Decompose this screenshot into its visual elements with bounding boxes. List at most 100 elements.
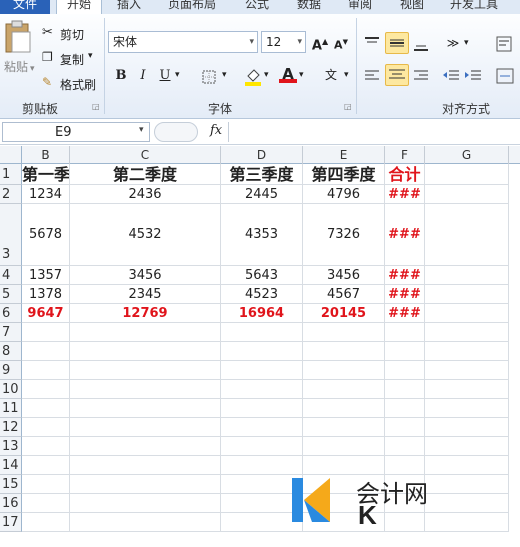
- borders-dropdown-icon[interactable]: ▾: [222, 70, 227, 80]
- cell-b1[interactable]: 第一季度: [22, 164, 70, 185]
- orientation-icon[interactable]: ≫: [444, 34, 462, 52]
- cell-f6[interactable]: ###: [385, 304, 425, 323]
- cell-e6[interactable]: 20145: [303, 304, 385, 323]
- paste-dropdown-icon[interactable]: ▾: [30, 64, 35, 74]
- formula-bar-grip[interactable]: [154, 122, 198, 142]
- decrease-indent-icon[interactable]: [442, 68, 460, 84]
- tab-file[interactable]: 文件: [0, 0, 50, 14]
- cell-b10[interactable]: [22, 380, 70, 399]
- cell-c4[interactable]: 3456: [70, 266, 221, 285]
- column-header-e[interactable]: E: [303, 146, 385, 164]
- cell-e10[interactable]: [303, 380, 385, 399]
- cell-f2[interactable]: ###: [385, 185, 425, 204]
- font-name-dropdown-icon[interactable]: ▾: [249, 32, 254, 52]
- cell-e4[interactable]: 3456: [303, 266, 385, 285]
- cell-b17[interactable]: [22, 513, 70, 532]
- cell-g16[interactable]: [425, 494, 509, 513]
- phonetic-dropdown-icon[interactable]: ▾: [344, 70, 349, 80]
- font-color-dropdown-icon[interactable]: ▾: [299, 70, 304, 80]
- font-size-select[interactable]: 12 ▾: [261, 31, 306, 53]
- formula-input[interactable]: [228, 122, 520, 142]
- cell-d14[interactable]: [221, 456, 303, 475]
- orientation-dropdown-icon[interactable]: ▾: [464, 38, 469, 48]
- cell-e1[interactable]: 第四季度: [303, 164, 385, 185]
- cell-b13[interactable]: [22, 437, 70, 456]
- select-all-corner[interactable]: [0, 146, 22, 164]
- row-header-11[interactable]: 11: [0, 399, 22, 418]
- fill-color-icon[interactable]: [244, 66, 262, 86]
- cell-f1[interactable]: 合计: [385, 164, 425, 185]
- cell-d11[interactable]: [221, 399, 303, 418]
- tab-page-layout[interactable]: 页面布局: [168, 0, 216, 14]
- cell-g11[interactable]: [425, 399, 509, 418]
- font-color-button[interactable]: A: [279, 65, 297, 83]
- cell-b7[interactable]: [22, 323, 70, 342]
- cell-g2[interactable]: [425, 185, 509, 204]
- align-center-button[interactable]: [385, 64, 409, 86]
- tab-formulas[interactable]: 公式: [245, 0, 269, 14]
- cell-g12[interactable]: [425, 418, 509, 437]
- cell-b4[interactable]: 1357: [22, 266, 70, 285]
- align-left-icon[interactable]: [364, 68, 380, 84]
- cell-c2[interactable]: 2436: [70, 185, 221, 204]
- format-painter-button[interactable]: 格式刷: [60, 76, 96, 93]
- row-header-16[interactable]: 16: [0, 494, 22, 513]
- align-right-icon[interactable]: [413, 68, 429, 84]
- cell-b3[interactable]: 5678: [22, 204, 70, 266]
- cell-b8[interactable]: [22, 342, 70, 361]
- cell-g13[interactable]: [425, 437, 509, 456]
- cell-f9[interactable]: [385, 361, 425, 380]
- cell-d4[interactable]: 5643: [221, 266, 303, 285]
- cell-f14[interactable]: [385, 456, 425, 475]
- name-box-dropdown-icon[interactable]: ▾: [139, 125, 144, 135]
- cell-c8[interactable]: [70, 342, 221, 361]
- font-name-select[interactable]: 宋体 ▾: [108, 31, 258, 53]
- cell-g5[interactable]: [425, 285, 509, 304]
- align-bottom-icon[interactable]: [413, 36, 429, 52]
- cell-c7[interactable]: [70, 323, 221, 342]
- cell-d1[interactable]: 第三季度: [221, 164, 303, 185]
- cell-c5[interactable]: 2345: [70, 285, 221, 304]
- cell-g10[interactable]: [425, 380, 509, 399]
- cell-g6[interactable]: [425, 304, 509, 323]
- cell-b16[interactable]: [22, 494, 70, 513]
- cell-f4[interactable]: ###: [385, 266, 425, 285]
- row-header-17[interactable]: 17: [0, 513, 22, 532]
- paste-button[interactable]: 粘贴: [4, 58, 28, 75]
- cell-g1[interactable]: [425, 164, 509, 185]
- cell-d2[interactable]: 2445: [221, 185, 303, 204]
- cell-d8[interactable]: [221, 342, 303, 361]
- cell-e14[interactable]: [303, 456, 385, 475]
- cell-e3[interactable]: 7326: [303, 204, 385, 266]
- cell-f17[interactable]: [385, 513, 425, 532]
- cell-g8[interactable]: [425, 342, 509, 361]
- cell-c15[interactable]: [70, 475, 221, 494]
- cell-e7[interactable]: [303, 323, 385, 342]
- cell-c1[interactable]: 第二季度: [70, 164, 221, 185]
- increase-font-size-icon[interactable]: A▲: [311, 33, 329, 53]
- cell-f3[interactable]: ###: [385, 204, 425, 266]
- tab-review[interactable]: 审阅: [348, 0, 372, 14]
- cell-f8[interactable]: [385, 342, 425, 361]
- cell-e5[interactable]: 4567: [303, 285, 385, 304]
- cell-b2[interactable]: 1234: [22, 185, 70, 204]
- cell-b12[interactable]: [22, 418, 70, 437]
- tab-view[interactable]: 视图: [400, 0, 424, 14]
- cell-c6[interactable]: 12769: [70, 304, 221, 323]
- cell-b11[interactable]: [22, 399, 70, 418]
- fill-color-dropdown-icon[interactable]: ▾: [264, 70, 269, 80]
- cell-b9[interactable]: [22, 361, 70, 380]
- wrap-text-icon[interactable]: [496, 36, 512, 52]
- cell-d9[interactable]: [221, 361, 303, 380]
- cell-c17[interactable]: [70, 513, 221, 532]
- cell-e2[interactable]: 4796: [303, 185, 385, 204]
- cell-c14[interactable]: [70, 456, 221, 475]
- name-box[interactable]: E9 ▾: [2, 122, 150, 142]
- row-header-5[interactable]: 5: [0, 285, 22, 304]
- font-dialog-launcher-icon[interactable]: ◲: [344, 102, 352, 111]
- cell-e13[interactable]: [303, 437, 385, 456]
- phonetic-guide-icon[interactable]: 文: [320, 66, 342, 84]
- cell-e12[interactable]: [303, 418, 385, 437]
- column-header-f[interactable]: F: [385, 146, 425, 164]
- cell-d5[interactable]: 4523: [221, 285, 303, 304]
